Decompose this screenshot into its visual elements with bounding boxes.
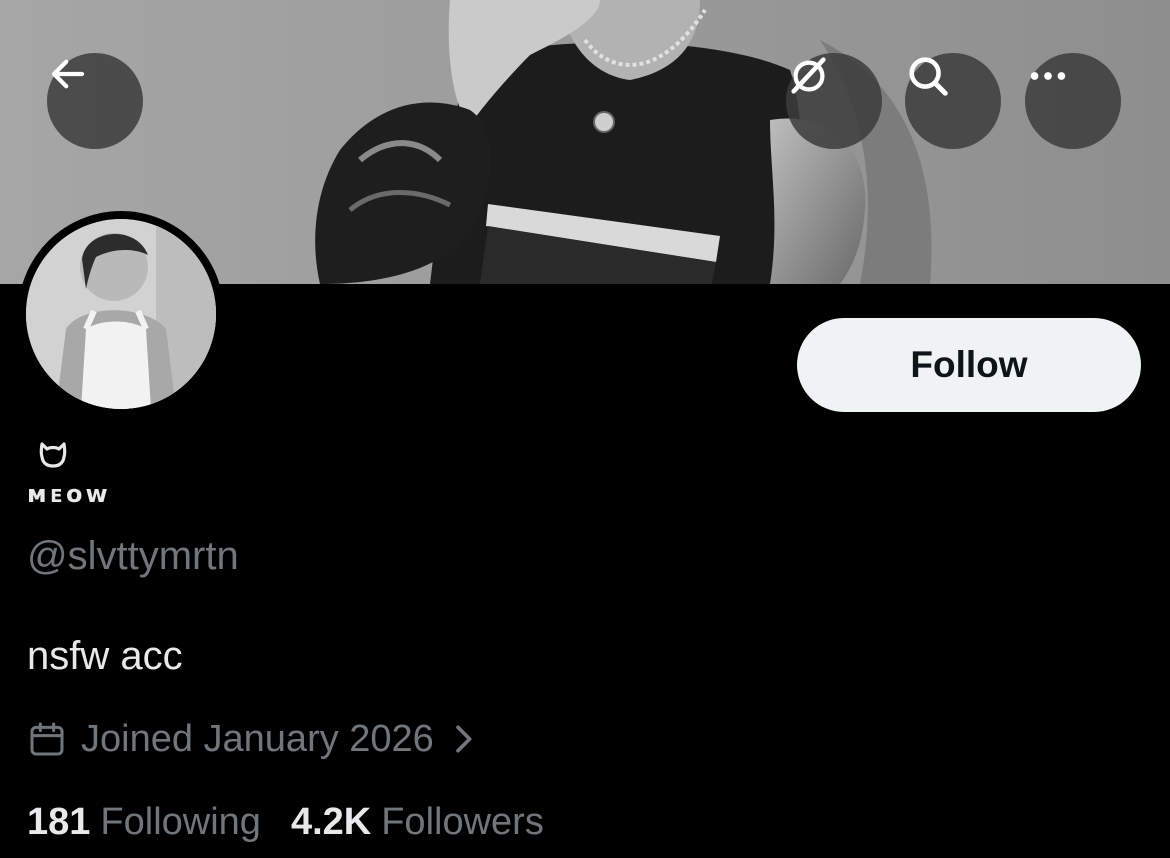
profile-bio: nsfw acc xyxy=(27,634,183,678)
arrow-left-icon xyxy=(51,59,85,89)
grok-icon xyxy=(791,57,826,94)
followers-link[interactable]: 4.2K Followers xyxy=(291,801,544,844)
following-label: Following xyxy=(100,801,261,843)
avatar-image xyxy=(26,219,216,409)
more-horizontal-icon xyxy=(1030,72,1066,80)
followers-count: 4.2K xyxy=(290,801,372,843)
grok-button[interactable] xyxy=(786,53,882,149)
profile-avatar[interactable] xyxy=(18,211,224,417)
joined-date: Joined January 2026 xyxy=(81,717,434,760)
search-button[interactable] xyxy=(905,53,1001,149)
follow-stats: 181 Following 4.2K Followers xyxy=(27,801,544,844)
cat-face-icon xyxy=(39,442,67,468)
more-button[interactable] xyxy=(1025,53,1121,149)
follow-button[interactable]: Follow xyxy=(797,318,1141,412)
user-handle: @slvttymrtn xyxy=(27,534,239,578)
search-icon xyxy=(909,57,948,96)
calendar-icon xyxy=(30,722,64,756)
following-link[interactable]: 181 Following xyxy=(27,801,261,844)
followers-label: Followers xyxy=(381,801,544,843)
display-name: ᴍᴇᴏᴡ xyxy=(27,480,111,508)
following-count: 181 xyxy=(27,801,91,843)
chevron-right-icon xyxy=(455,725,472,753)
joined-date-row[interactable]: Joined January 2026 xyxy=(27,716,474,762)
back-button[interactable] xyxy=(47,53,143,149)
